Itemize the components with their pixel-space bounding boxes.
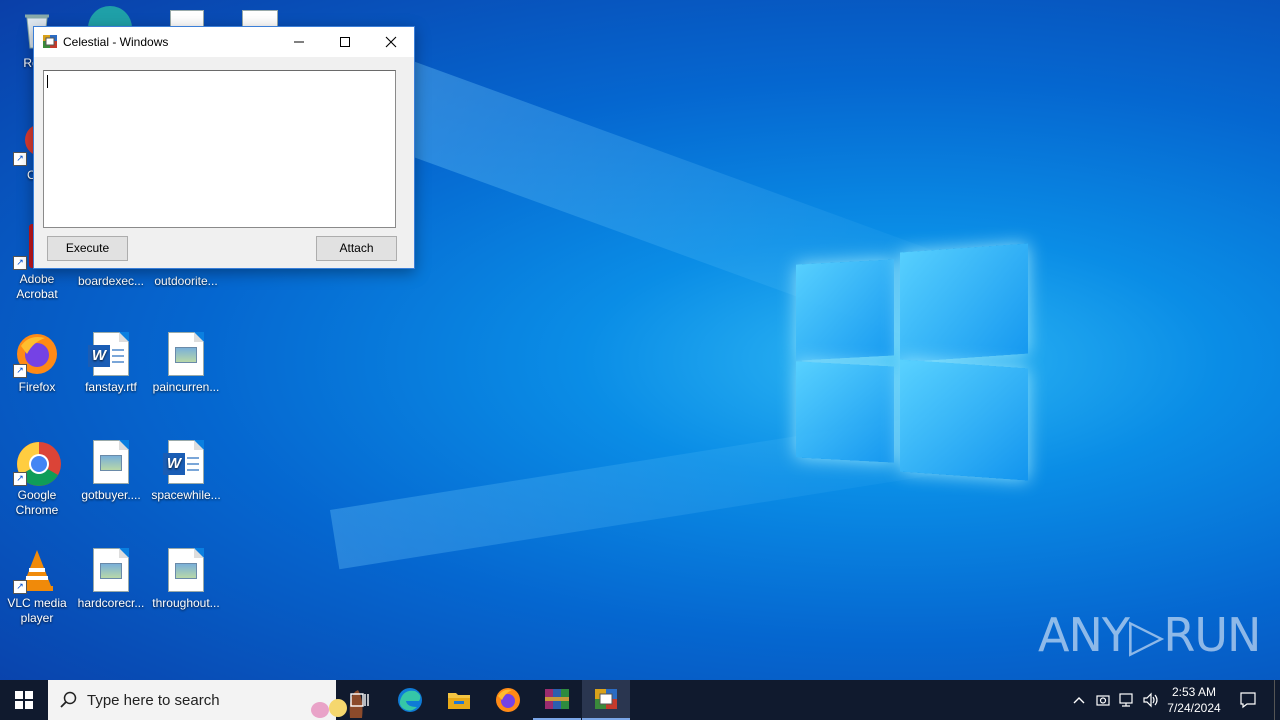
- app-icon: [595, 689, 617, 709]
- word-document-icon: W: [163, 440, 208, 484]
- celestial-window[interactable]: Celestial - Windows Execute Attach: [33, 26, 415, 269]
- action-center-button[interactable]: [1232, 680, 1264, 720]
- vlc-icon: ↗: [13, 548, 59, 594]
- desktop-icon-label: gotbuyer....: [81, 488, 141, 502]
- desktop-icon-label: hardcorecr...: [77, 596, 145, 610]
- firefox-icon: [496, 688, 520, 712]
- script-editor[interactable]: [43, 70, 396, 228]
- shortcut-arrow-icon: ↗: [13, 580, 27, 594]
- taskbar-celestial[interactable]: [582, 680, 630, 720]
- close-icon: [385, 36, 397, 48]
- shortcut-arrow-icon: ↗: [13, 256, 27, 270]
- tray-clock[interactable]: 2:53 AM 7/24/2024: [1164, 680, 1224, 720]
- desktop-icon-file[interactable]: paincurren...: [149, 332, 223, 395]
- speaker-icon: [1143, 692, 1158, 708]
- desktop-icon-label: outdoorite...: [154, 274, 218, 288]
- desktop-icon-file[interactable]: gotbuyer....: [74, 440, 148, 503]
- word-document-icon: W: [88, 332, 133, 376]
- desktop-icon-vlc[interactable]: ↗ VLC media player: [0, 548, 74, 626]
- image-file-icon: [89, 440, 133, 484]
- close-button[interactable]: [368, 27, 414, 57]
- taskbar-file-explorer[interactable]: [435, 680, 483, 720]
- windows-logo-wallpaper: [796, 242, 1028, 481]
- desktop-icon-label: boardexec...: [77, 274, 145, 288]
- desktop-icon-file[interactable]: outdoorite...: [149, 274, 223, 289]
- edge-desktop-icon[interactable]: [88, 6, 132, 28]
- text-caret: [47, 75, 48, 88]
- search-placeholder: Type here to search: [87, 692, 220, 709]
- maximize-button[interactable]: [322, 27, 368, 57]
- task-view-icon: [350, 693, 369, 707]
- shortcut-arrow-icon: ↗: [13, 364, 27, 378]
- desktop-icon-firefox[interactable]: ↗ Firefox: [0, 332, 74, 395]
- taskbar-search-box[interactable]: Type here to search: [48, 680, 363, 720]
- taskbar-winrar[interactable]: [533, 680, 581, 720]
- start-button[interactable]: [0, 680, 48, 720]
- clock-time: 2:53 AM: [1171, 685, 1217, 699]
- notification-icon: [1240, 692, 1256, 709]
- desktop-icon-label: spacewhile...: [151, 488, 221, 502]
- image-file-icon: [164, 548, 208, 592]
- desktop-icon-file[interactable]: hardcorecr...: [74, 548, 148, 611]
- tray-meet-now[interactable]: [1092, 680, 1114, 720]
- show-hidden-icons-button[interactable]: [1068, 680, 1090, 720]
- winrar-icon: [545, 689, 569, 709]
- app-icon: [43, 35, 57, 48]
- taskbar-firefox[interactable]: [484, 680, 532, 720]
- tray-network[interactable]: [1116, 680, 1138, 720]
- desktop-icon-label: VLC media player: [7, 596, 67, 625]
- search-icon: [60, 691, 77, 708]
- maximize-icon: [340, 37, 350, 47]
- window-title: Celestial - Windows: [63, 35, 169, 49]
- desktop-icon-google-chrome[interactable]: ↗ Google Chrome: [0, 440, 74, 518]
- chrome-icon: ↗: [13, 440, 61, 486]
- desktop-icon-file[interactable]: boardexec...: [74, 274, 148, 289]
- taskbar: Type here to search 2:53 AM 7/24/2024: [0, 680, 1280, 720]
- desktop-icon-file[interactable]: throughout...: [149, 548, 223, 611]
- desktop-icon-file[interactable]: W spacewhile...: [149, 440, 223, 503]
- shortcut-arrow-icon: ↗: [13, 152, 27, 166]
- shortcut-arrow-icon: ↗: [13, 472, 27, 486]
- desktop-icon-file[interactable]: W fanstay.rtf: [74, 332, 148, 395]
- image-file-icon: [164, 332, 208, 376]
- desktop-icon-label: Adobe Acrobat: [16, 272, 58, 301]
- anyrun-watermark: ANY▷RUN: [1038, 608, 1261, 662]
- camera-icon: [1096, 695, 1110, 706]
- show-desktop-button[interactable]: [1274, 680, 1280, 720]
- tray-volume[interactable]: [1140, 680, 1162, 720]
- desktop-icon-label: throughout...: [152, 596, 220, 610]
- windows-start-icon: [15, 691, 33, 709]
- task-view-button[interactable]: [336, 680, 384, 720]
- minimize-button[interactable]: [276, 27, 322, 57]
- desktop-icon-label: Firefox: [18, 380, 56, 394]
- network-icon: [1119, 693, 1133, 707]
- window-titlebar[interactable]: Celestial - Windows: [34, 27, 414, 57]
- desktop-icon-label: paincurren...: [152, 380, 220, 394]
- chevron-up-icon: [1073, 697, 1085, 704]
- taskbar-edge[interactable]: [386, 680, 434, 720]
- desktop-icon-label: fanstay.rtf: [85, 380, 137, 394]
- minimize-icon: [294, 41, 304, 43]
- folder-icon: [448, 693, 470, 709]
- firefox-icon: ↗: [13, 332, 59, 378]
- desktop-icon-label: Google Chrome: [15, 488, 59, 517]
- clock-date: 7/24/2024: [1167, 701, 1221, 715]
- attach-button[interactable]: Attach: [316, 236, 397, 261]
- image-file-icon: [89, 548, 133, 592]
- execute-button[interactable]: Execute: [47, 236, 128, 261]
- edge-icon: [398, 688, 422, 712]
